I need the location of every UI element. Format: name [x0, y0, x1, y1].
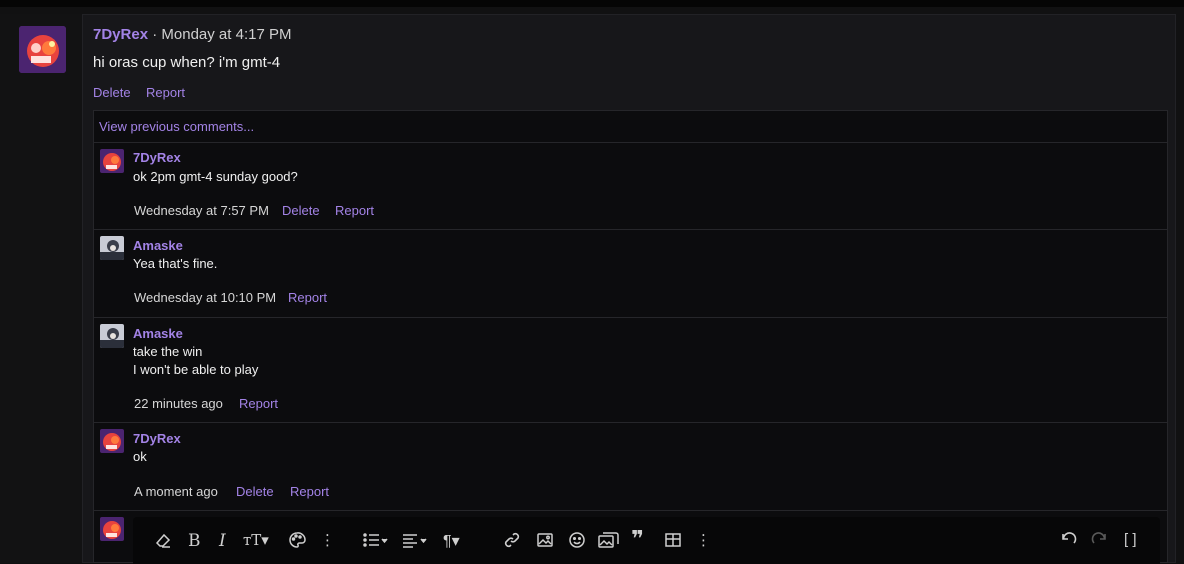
comment-avatar[interactable] [100, 236, 124, 260]
comment-author-link[interactable]: Amaske [133, 326, 183, 341]
fullscreen-icon[interactable]: [ ] [1124, 531, 1137, 551]
undo-icon[interactable] [1059, 531, 1077, 551]
bold-icon[interactable]: B [188, 531, 201, 551]
divider [94, 422, 1167, 423]
comment-author-link[interactable]: 7DyRex [133, 150, 181, 165]
comment-delete-link[interactable]: Delete [236, 484, 274, 499]
post-separator: · [152, 26, 158, 43]
eraser-icon[interactable] [154, 531, 172, 551]
comment-avatar[interactable] [100, 324, 124, 348]
comment-report-link[interactable]: Report [335, 203, 374, 218]
comment-line: I won't be able to play [133, 362, 259, 377]
text-size-icon[interactable]: тT▾ [243, 531, 269, 551]
post-delete-link[interactable]: Delete [93, 85, 131, 100]
emoji-icon[interactable] [568, 531, 586, 551]
media-icon[interactable] [598, 531, 620, 551]
comment-author-link[interactable]: 7DyRex [133, 431, 181, 446]
comment-author-link[interactable]: Amaske [133, 238, 183, 253]
comment-text: ok 2pm gmt-4 sunday good? [133, 168, 298, 186]
paragraph-icon[interactable]: ¶▾ [443, 531, 460, 551]
author-avatar[interactable] [19, 26, 66, 73]
align-icon[interactable] [402, 531, 428, 551]
comment-line: Yea that's fine. [133, 256, 218, 271]
post-body: hi oras cup when? i'm gmt-4 [93, 54, 281, 71]
comment-text: take the win I won't be able to play [133, 343, 258, 379]
post-author-link[interactable]: 7DyRex [93, 26, 148, 43]
divider [94, 142, 1167, 143]
divider [94, 229, 1167, 230]
comment-timestamp[interactable]: A moment ago [134, 484, 218, 499]
list-icon[interactable] [362, 531, 388, 551]
comment-avatar[interactable] [100, 149, 124, 173]
quote-icon[interactable]: ❞ [631, 527, 644, 551]
view-previous-comments-link[interactable]: View previous comments... [99, 119, 254, 134]
comment-line: ok [133, 449, 147, 464]
redo-icon[interactable] [1091, 531, 1109, 551]
comment-report-link[interactable]: Report [290, 484, 329, 499]
comment-line: ok 2pm gmt-4 sunday good? [133, 169, 298, 184]
post-timestamp[interactable]: Monday at 4:17 PM [161, 26, 291, 43]
comment-report-link[interactable]: Report [239, 396, 278, 411]
reply-avatar [100, 517, 124, 541]
comment-timestamp[interactable]: Wednesday at 10:10 PM [134, 290, 276, 305]
italic-icon[interactable]: I [219, 531, 226, 551]
more-icon[interactable]: ⋮ [696, 531, 711, 551]
left-rail [0, 14, 82, 563]
comment-avatar[interactable] [100, 429, 124, 453]
comment-line: take the win [133, 344, 203, 359]
palette-icon[interactable] [288, 531, 306, 551]
divider [94, 510, 1167, 511]
more-icon[interactable]: ⋮ [320, 531, 335, 551]
comment-report-link[interactable]: Report [288, 290, 327, 305]
table-icon[interactable] [664, 531, 682, 551]
image-icon[interactable] [536, 531, 554, 551]
post-report-link[interactable]: Report [146, 85, 185, 100]
link-icon[interactable] [503, 531, 521, 551]
comment-timestamp[interactable]: 22 minutes ago [134, 396, 223, 411]
comment-timestamp[interactable]: Wednesday at 7:57 PM [134, 203, 269, 218]
comment-text: ok [133, 448, 147, 466]
comment-text: Yea that's fine. [133, 255, 217, 273]
top-bar [0, 0, 1184, 7]
reply-editor-toolbar: B I тT▾ ⋮ ¶▾ ❞ ⋮ [] [133, 517, 1160, 564]
divider [94, 317, 1167, 318]
comment-delete-link[interactable]: Delete [282, 203, 320, 218]
post-header: 7DyRex · Monday at 4:17 PM [93, 26, 291, 43]
comment-thread: View previous comments... 7DyRex ok 2pm … [93, 110, 1168, 564]
